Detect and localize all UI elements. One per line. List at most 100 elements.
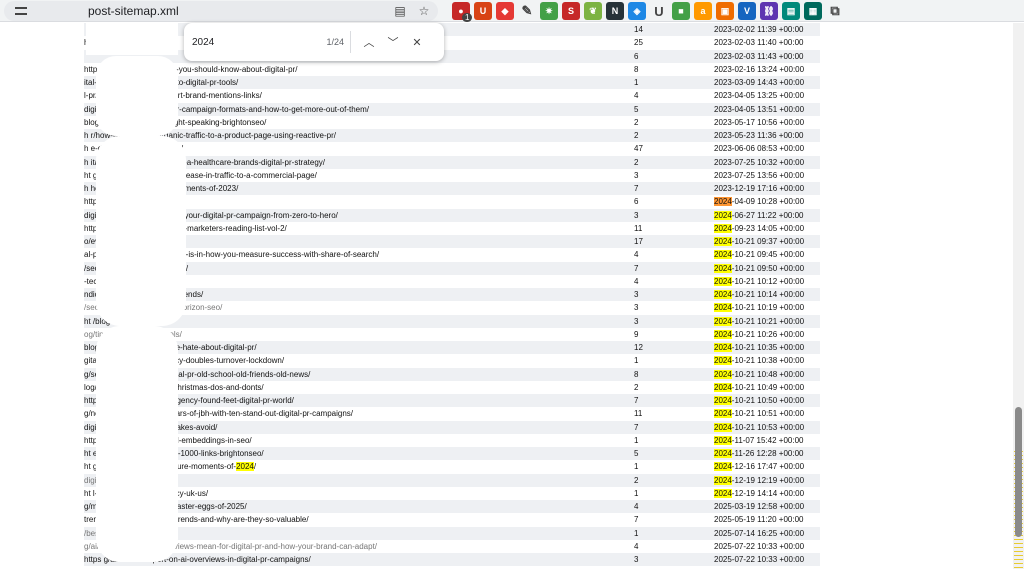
redaction-block bbox=[96, 326, 178, 562]
scrollbar-thumb[interactable] bbox=[1015, 407, 1022, 537]
last-modified: 2024-11-26 12:28 +00:00 bbox=[714, 449, 804, 459]
orange-box-ext-icon[interactable]: ▣ bbox=[716, 2, 734, 20]
image-count: 6 bbox=[634, 51, 639, 61]
image-count: 5 bbox=[634, 104, 639, 114]
last-modified: 2024-10-21 10:12 +00:00 bbox=[714, 276, 805, 286]
n-ext-icon[interactable]: N bbox=[606, 2, 624, 20]
find-match-highlight: 2024 bbox=[714, 369, 732, 379]
image-count: 3 bbox=[634, 290, 639, 300]
image-count: 7 bbox=[634, 515, 639, 525]
table-row: trends/what-are-digital-pr-trends-and-wh… bbox=[84, 513, 820, 526]
image-count: 3 bbox=[634, 303, 639, 313]
table-row: /seo/the-dangers-of-event-horizon-seo/32… bbox=[84, 301, 820, 314]
table-row: http digital-pr/newsroom-agency-found-fe… bbox=[84, 394, 820, 408]
find-match-highlight: 2024 bbox=[236, 462, 254, 472]
bookmark-star-icon[interactable]: ☆ bbox=[416, 3, 432, 19]
image-count: 1 bbox=[634, 528, 639, 538]
table-row: digital-pr/how-kpis-can-take-your-digita… bbox=[84, 208, 820, 222]
find-match-highlight: 2024 bbox=[714, 422, 732, 432]
table-row: https:/ understanding-word-embeddings-in… bbox=[84, 434, 820, 447]
image-count: 3 bbox=[634, 555, 639, 565]
last-modified: 2024-10-21 10:48 +00:00 bbox=[714, 369, 805, 379]
image-count: 4 bbox=[634, 91, 639, 101]
find-match-highlight: 2024 bbox=[714, 210, 732, 220]
u-ext-icon[interactable]: U bbox=[650, 2, 668, 20]
red-diamond-ext-icon[interactable]: ◆ bbox=[496, 2, 514, 20]
image-count: 2 bbox=[634, 117, 639, 127]
pen-ext-icon[interactable]: ✎ bbox=[518, 2, 536, 20]
gear-green-ext-icon[interactable]: ✷ bbox=[540, 2, 558, 20]
amazon-ext-icon[interactable]: a bbox=[694, 2, 712, 20]
divider bbox=[350, 31, 351, 53]
last-modified: 2023-07-25 13:56 +00:00 bbox=[714, 170, 805, 180]
find-previous-chevron-up-icon[interactable]: ︿ bbox=[357, 30, 381, 54]
tag-ext-icon[interactable]: ◈ bbox=[628, 2, 646, 20]
last-modified: 2025-07-22 10:33 +00:00 bbox=[714, 555, 805, 565]
last-modified: 2023-02-02 11:39 +00:00 bbox=[714, 25, 804, 35]
last-modified: 2024-12-19 12:19 +00:00 bbox=[714, 475, 805, 485]
v-ext-icon[interactable]: V bbox=[738, 2, 756, 20]
link-ext-icon[interactable]: ⛓ bbox=[760, 2, 778, 20]
redaction-block bbox=[96, 56, 178, 136]
find-match-highlight: 2024 bbox=[714, 382, 732, 392]
find-match-highlight: 2024 bbox=[714, 409, 732, 419]
image-count: 4 bbox=[634, 541, 639, 551]
image-count: 6 bbox=[634, 197, 639, 207]
last-modified: 2024-10-21 09:37 +00:00 bbox=[714, 237, 805, 247]
extensions-puzzle-icon[interactable]: ⧉ bbox=[826, 2, 844, 20]
page-scrollbar[interactable] bbox=[1013, 23, 1024, 569]
table-row: g/news/celebrating-ten-years-of-jbh-with… bbox=[84, 407, 820, 420]
redaction-block bbox=[86, 23, 178, 55]
image-count: 11 bbox=[634, 409, 643, 419]
table-row: og/tips/top-5-free-seo-tools/92024-10-21… bbox=[84, 328, 820, 341]
find-match-highlight: 2024 bbox=[714, 435, 732, 445]
image-count: 1 bbox=[634, 488, 639, 498]
last-modified: 2024-12-16 17:47 +00:00 bbox=[714, 462, 805, 472]
image-count: 4 bbox=[634, 502, 639, 512]
find-match-highlight: 2024 bbox=[714, 343, 732, 353]
leaf-ext-icon[interactable]: ❦ bbox=[584, 2, 602, 20]
table-row: ht e-seo-impact-of-earning-1000-links-br… bbox=[84, 447, 820, 461]
image-count: 14 bbox=[634, 25, 643, 35]
last-modified: 2024-10-21 09:45 +00:00 bbox=[714, 250, 805, 260]
extensions-bar: ● U ◆ ✎ ✷ S ❦ N ◈ U ■ a ▣ V ⛓ ▤ ▦ ⧉ bbox=[452, 2, 844, 20]
table-row: blog/tips/journey-stage-fright-speaking-… bbox=[84, 116, 820, 129]
redaction-block bbox=[96, 136, 186, 326]
image-count: 7 bbox=[634, 422, 639, 432]
teal-ext-icon[interactable]: ▤ bbox=[782, 2, 800, 20]
table-row: https:// digital-pr/50-things-you-should… bbox=[84, 63, 820, 76]
find-close-icon[interactable]: ✕ bbox=[405, 30, 429, 54]
find-match-highlight: 2024 bbox=[714, 303, 732, 313]
last-modified: 2024-11-07 15:42 +00:00 bbox=[714, 435, 804, 445]
find-next-chevron-down-icon[interactable]: ﹀ bbox=[381, 30, 405, 54]
find-match-highlight: 2024 bbox=[714, 197, 732, 207]
find-match-highlight: 2024 bbox=[714, 223, 732, 233]
image-ext-icon[interactable]: ▦ bbox=[804, 2, 822, 20]
image-count: 2 bbox=[634, 382, 639, 392]
find-match-highlight: 2024 bbox=[714, 356, 732, 366]
table-row: h r/how-we-doubled-organic-traffic-to-a-… bbox=[84, 129, 820, 143]
extension-badge: 1 bbox=[462, 13, 473, 22]
site-settings-icon[interactable] bbox=[14, 4, 28, 18]
s-ext-icon[interactable]: S bbox=[562, 2, 580, 20]
find-match-highlight: 2024 bbox=[714, 449, 732, 459]
last-modified: 2024-10-21 09:50 +00:00 bbox=[714, 263, 805, 273]
table-row: o/evolution-googles-serps/172024-10-21 0… bbox=[84, 235, 820, 249]
table-row: digital-pr/trending-digital-pr-campaign-… bbox=[84, 102, 820, 116]
table-row: h e-dtc-seo-cookbook-vol-1/472023-06-06 … bbox=[84, 142, 820, 155]
table-row: gital-pr/jbh-digital-pr-agency-doubles-t… bbox=[84, 354, 820, 367]
find-match-highlight: 2024 bbox=[714, 475, 732, 485]
brave-shield-ext-icon[interactable]: U bbox=[474, 2, 492, 20]
reader-mode-icon[interactable]: ▤ bbox=[392, 3, 408, 19]
last-modified: 2023-06-06 08:53 +00:00 bbox=[714, 144, 805, 154]
green-square-ext-icon[interactable]: ■ bbox=[672, 2, 690, 20]
image-count: 1 bbox=[634, 462, 639, 472]
address-bar[interactable]: post-sitemap.xml ▤ ☆ bbox=[4, 1, 438, 21]
last-modified: 2024-10-21 10:38 +00:00 bbox=[714, 356, 805, 366]
last-modified: 2023-12-19 17:16 +00:00 bbox=[714, 184, 805, 194]
find-input[interactable] bbox=[192, 31, 310, 53]
last-modified: 2024-12-19 14:14 +00:00 bbox=[714, 488, 805, 498]
last-modified: 2023-03-09 14:43 +00:00 bbox=[714, 78, 805, 88]
sitemap-table: 142023-02-02 11:39 +00:00https252023-02-… bbox=[84, 23, 820, 567]
image-count: 8 bbox=[634, 369, 639, 379]
